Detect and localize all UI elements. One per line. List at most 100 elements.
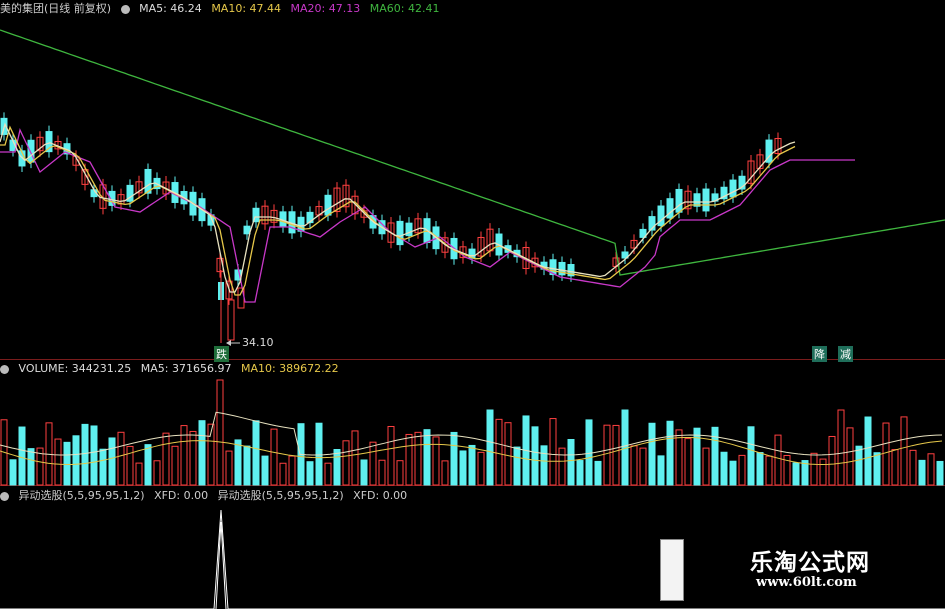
volume-bar bbox=[567, 438, 575, 486]
volume-bar bbox=[261, 455, 269, 486]
volume-bar bbox=[477, 451, 485, 486]
volume-bar bbox=[873, 452, 881, 486]
volume-bar bbox=[756, 452, 764, 486]
volume-bar bbox=[819, 458, 827, 486]
volume-bar bbox=[891, 449, 899, 486]
volume-bar bbox=[639, 447, 647, 486]
signal-down-badge: 跌 bbox=[214, 346, 229, 362]
volume-bar bbox=[936, 460, 944, 486]
volume-bar bbox=[27, 448, 35, 486]
volume-bar bbox=[630, 445, 638, 486]
volume-bar bbox=[711, 426, 719, 486]
volume-bar bbox=[837, 409, 845, 486]
volume-bar bbox=[360, 459, 368, 486]
volume-bar bbox=[900, 416, 908, 486]
volume-bar bbox=[288, 455, 296, 486]
volume-bar bbox=[324, 462, 332, 486]
candle-body bbox=[227, 299, 235, 341]
signal-badge-a: 降 bbox=[812, 346, 827, 362]
volume-bar bbox=[99, 448, 107, 486]
volume-bar bbox=[927, 453, 935, 486]
volume-bar bbox=[306, 461, 314, 486]
volume-bar bbox=[702, 447, 710, 486]
volume-bar bbox=[855, 445, 863, 486]
stock-chart[interactable] bbox=[0, 0, 945, 609]
volume-bar bbox=[558, 447, 566, 486]
candle-body bbox=[297, 216, 305, 232]
volume-bar bbox=[540, 445, 548, 486]
watermark-logo bbox=[660, 539, 684, 601]
volume-bar bbox=[63, 441, 71, 486]
volume-bar bbox=[486, 409, 494, 486]
volume-bar bbox=[594, 460, 602, 486]
volume-bar bbox=[369, 441, 377, 486]
volume-bars bbox=[0, 379, 944, 486]
volume-bar bbox=[153, 460, 161, 486]
volume-bar bbox=[396, 460, 404, 486]
volume-bar bbox=[90, 425, 98, 486]
volume-bar bbox=[315, 422, 323, 486]
volume-bar bbox=[513, 446, 521, 486]
volume-bar bbox=[252, 420, 260, 486]
watermark: 乐淘公式网 www.60lt.com bbox=[660, 539, 925, 601]
volume-bar bbox=[198, 420, 206, 486]
volume-bar bbox=[864, 416, 872, 486]
volume-bar bbox=[576, 460, 584, 486]
volume-bar bbox=[468, 444, 476, 486]
candle-body bbox=[729, 179, 737, 198]
volume-bar bbox=[216, 379, 224, 486]
volume-bar bbox=[774, 434, 782, 486]
volume-bar bbox=[279, 462, 287, 486]
volume-bar bbox=[243, 445, 251, 486]
volume-bar bbox=[882, 422, 890, 486]
volume-bar bbox=[648, 422, 656, 486]
volume-bar bbox=[612, 424, 620, 486]
volume-bar bbox=[549, 418, 557, 486]
volume-bar bbox=[144, 444, 152, 486]
volume-bar bbox=[342, 440, 350, 486]
volume-bar bbox=[918, 459, 926, 486]
volume-bar bbox=[531, 426, 539, 486]
volume-bar bbox=[117, 431, 125, 486]
volume-bar bbox=[333, 449, 341, 486]
volume-bar bbox=[270, 428, 278, 486]
volume-bar bbox=[459, 450, 467, 486]
volume-bar bbox=[108, 437, 116, 486]
volume-bar bbox=[729, 460, 737, 486]
volume-bar bbox=[234, 439, 242, 486]
signal-badge-b: 减 bbox=[838, 346, 853, 362]
volume-bar bbox=[387, 425, 395, 486]
volume-bar bbox=[747, 426, 755, 486]
volume-bar bbox=[765, 455, 773, 486]
candle-body bbox=[324, 194, 332, 216]
candle-body bbox=[243, 225, 251, 235]
volume-bar bbox=[81, 423, 89, 486]
volume-bar bbox=[828, 435, 836, 486]
volume-bar bbox=[495, 418, 503, 486]
volume-bar bbox=[693, 427, 701, 486]
candle-body bbox=[702, 188, 710, 212]
volume-bar bbox=[585, 419, 593, 486]
volume-bar bbox=[666, 420, 674, 486]
volume-bar bbox=[909, 449, 917, 486]
volume-bar bbox=[189, 430, 197, 486]
volume-bar bbox=[441, 460, 449, 486]
candlestick-series bbox=[0, 112, 782, 343]
candle-body bbox=[675, 188, 683, 213]
volume-bar bbox=[504, 422, 512, 486]
volume-bar bbox=[135, 462, 143, 486]
volume-bar bbox=[378, 459, 386, 486]
volume-bar bbox=[171, 445, 179, 486]
volume-bar bbox=[684, 438, 692, 486]
watermark-url: www.60lt.com bbox=[756, 575, 857, 590]
volume-bar bbox=[792, 462, 800, 486]
volume-bar bbox=[846, 427, 854, 486]
volume-bar bbox=[9, 459, 17, 486]
volume-bar bbox=[810, 452, 818, 486]
volume-bar bbox=[225, 450, 233, 486]
volume-bar bbox=[72, 435, 80, 486]
volume-bar bbox=[423, 429, 431, 486]
low-price-label: 34.10 bbox=[242, 336, 274, 349]
volume-bar bbox=[180, 425, 188, 486]
volume-bar bbox=[18, 426, 26, 486]
